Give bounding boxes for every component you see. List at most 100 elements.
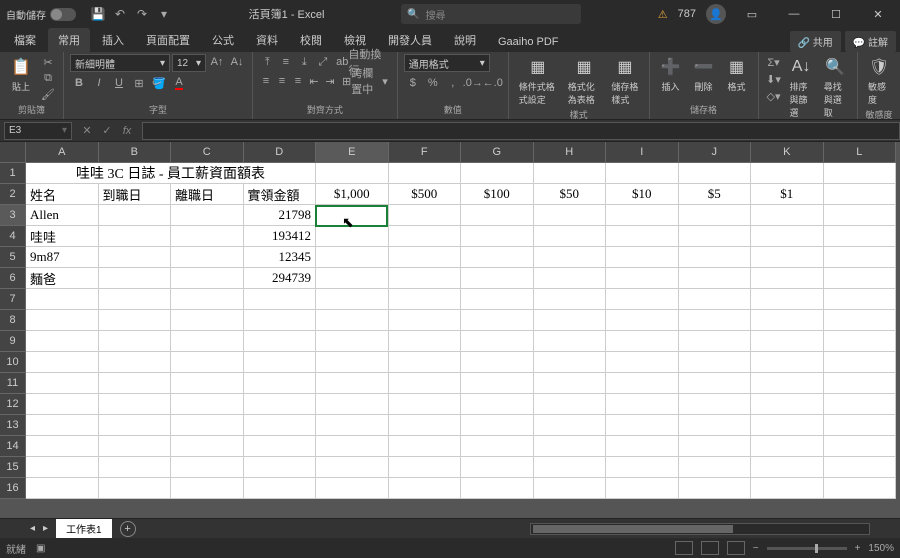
conditional-format-button[interactable]: ▦條件式格式設定 [515,54,561,108]
horizontal-scrollbar[interactable] [530,523,870,535]
cell[interactable] [171,205,244,226]
cell[interactable] [606,331,679,352]
cell[interactable] [389,163,462,184]
notification-count[interactable]: 787 [678,8,696,20]
sheet-nav-next[interactable]: ▸ [43,523,48,534]
cell[interactable]: 193412 [244,226,317,247]
align-right-icon[interactable]: ≡ [291,73,305,89]
delete-button[interactable]: ➖刪除 [689,54,719,95]
sheet-nav-prev[interactable]: ◂ [30,523,35,534]
cell[interactable] [606,247,679,268]
cell[interactable] [99,310,172,331]
row-header[interactable]: 6 [0,268,26,289]
cell[interactable]: $1 [751,184,824,205]
cell[interactable] [606,289,679,310]
underline-icon[interactable]: U [110,75,128,91]
cell[interactable] [461,415,534,436]
col-header[interactable]: L [824,142,897,163]
cell[interactable] [606,226,679,247]
col-header[interactable]: F [389,142,462,163]
cut-icon[interactable]: ✂ [39,54,57,70]
formula-input[interactable] [142,122,900,140]
sensitivity-button[interactable]: 🛡敏感度 [864,54,894,108]
cell[interactable] [461,268,534,289]
cell[interactable] [461,436,534,457]
cell[interactable] [26,289,99,310]
cell[interactable] [751,163,824,184]
cell[interactable] [606,415,679,436]
cell[interactable] [534,247,607,268]
decrease-decimal-icon[interactable]: ←.0 [484,75,502,91]
cell[interactable] [824,184,897,205]
cell[interactable] [316,268,389,289]
cell[interactable] [461,226,534,247]
cell[interactable] [679,394,752,415]
cell[interactable] [461,163,534,184]
cell[interactable] [751,289,824,310]
sheet-tab[interactable]: 工作表1 [56,519,112,538]
cell[interactable] [99,457,172,478]
cell[interactable] [461,205,534,226]
merge-button[interactable]: ⊞ 跨欄置中 ▾ [339,73,391,89]
cell[interactable] [534,394,607,415]
cell[interactable] [534,310,607,331]
align-bottom-icon[interactable]: ⤓ [296,54,313,70]
cell[interactable]: 21798 [244,205,317,226]
cell[interactable] [824,289,897,310]
cell[interactable] [316,478,389,499]
cell[interactable] [316,394,389,415]
cell[interactable] [461,289,534,310]
align-center-icon[interactable]: ≡ [275,73,289,89]
cell[interactable] [679,205,752,226]
autosave-toggle[interactable]: 自動儲存 [6,7,76,22]
cell[interactable] [389,394,462,415]
row-header[interactable]: 16 [0,478,26,499]
cancel-formula-icon[interactable]: ✕ [78,122,96,140]
cell[interactable]: $100 [461,184,534,205]
redo-icon[interactable]: ↷ [134,6,150,22]
zoom-level[interactable]: 150% [868,543,894,554]
cell[interactable] [824,205,897,226]
cell[interactable] [824,352,897,373]
cell[interactable] [606,163,679,184]
decrease-font-icon[interactable]: A↓ [228,54,246,70]
cell[interactable] [26,373,99,394]
cell[interactable] [171,268,244,289]
cell[interactable] [534,268,607,289]
cell[interactable] [534,373,607,394]
paste-button[interactable]: 📋貼上 [6,54,36,95]
cell[interactable] [99,415,172,436]
col-header[interactable]: B [99,142,172,163]
indent-dec-icon[interactable]: ⇤ [307,73,321,89]
cell[interactable] [751,436,824,457]
cell[interactable] [461,457,534,478]
font-size-combo[interactable]: 12▾ [172,54,206,72]
cell[interactable] [389,457,462,478]
row-header[interactable]: 7 [0,289,26,310]
cell[interactable] [751,205,824,226]
cell[interactable] [679,247,752,268]
view-pagebreak-icon[interactable] [727,541,745,555]
cell[interactable] [244,289,317,310]
percent-icon[interactable]: % [424,75,442,91]
cell[interactable]: 294739 [244,268,317,289]
cell[interactable] [316,457,389,478]
bold-icon[interactable]: B [70,75,88,91]
cell[interactable] [534,163,607,184]
cell[interactable] [751,415,824,436]
cell[interactable] [99,331,172,352]
cell[interactable] [534,415,607,436]
cell[interactable] [99,394,172,415]
cell[interactable] [461,310,534,331]
close-icon[interactable]: ✕ [862,0,894,28]
cell[interactable] [26,436,99,457]
cell[interactable] [26,352,99,373]
format-table-button[interactable]: ▦格式化為表格 [564,54,605,108]
cell[interactable] [679,352,752,373]
view-pagelayout-icon[interactable] [701,541,719,555]
cell[interactable] [824,226,897,247]
cell[interactable] [389,415,462,436]
cell[interactable] [389,436,462,457]
tab-檔案[interactable]: 檔案 [4,28,46,52]
zoom-out-icon[interactable]: − [753,543,759,554]
